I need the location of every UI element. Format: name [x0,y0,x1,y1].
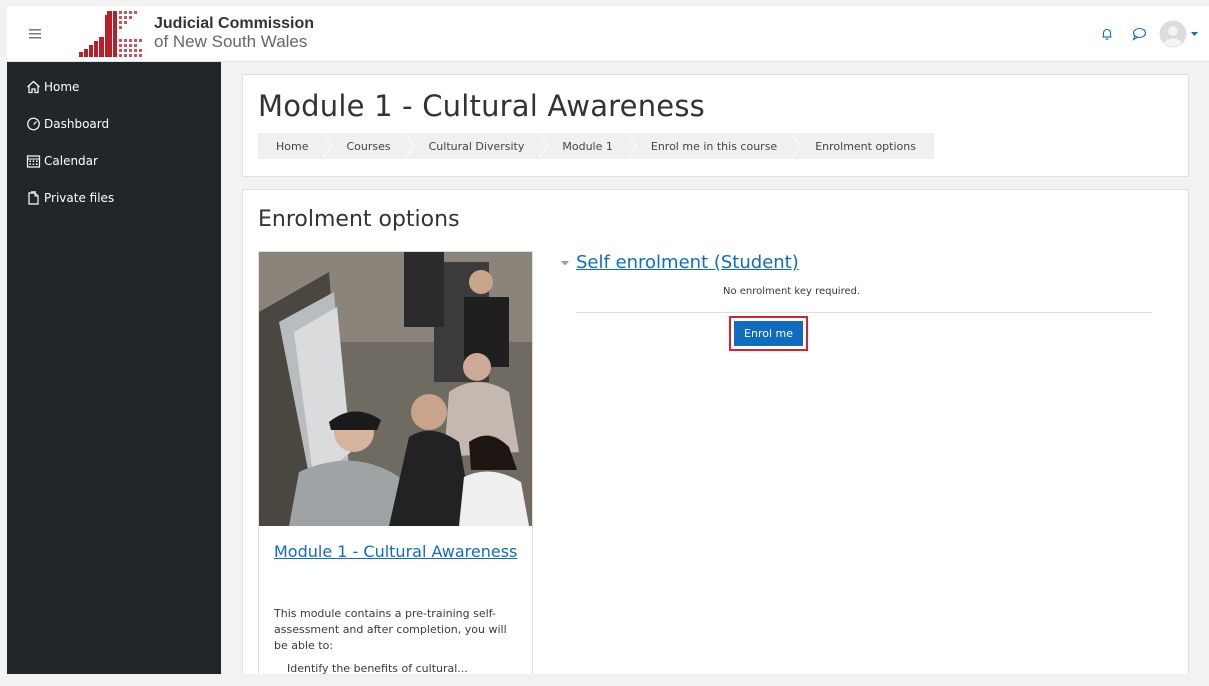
dashboard-icon [27,117,40,130]
breadcrumb-enrolment-options: Enrolment options [815,139,916,153]
divider [576,312,1152,313]
site-brand[interactable]: Judicial Commission of New South Wales [154,15,314,51]
drawer-item-calendar[interactable]: Calendar [7,142,221,179]
course-summary: This module contains a pre-training self… [274,607,507,652]
navbar-user-area [1091,6,1201,62]
course-info-box: Module 1 - Cultural Awareness This modul… [258,251,533,680]
breadcrumb-enrol-me[interactable]: Enrol me in this course [627,133,802,159]
self-enrolment-link[interactable]: Self enrolment (Student) [576,252,799,273]
enrolment-key-note: No enrolment key required. [723,286,861,297]
self-enrolment-toggle[interactable]: Self enrolment (Student) [559,252,799,273]
breadcrumb-home[interactable]: Home [258,133,334,159]
home-icon [27,80,40,93]
breadcrumb-module-1[interactable]: Module 1 [538,133,637,159]
course-name-link[interactable]: Module 1 - Cultural Awareness [274,541,517,562]
breadcrumb-courses[interactable]: Courses [322,133,415,159]
hamburger-menu-button[interactable] [7,6,62,62]
hamburger-icon [28,29,41,39]
enrol-button-highlight: Enrol me [729,316,808,351]
brand-line-1: Judicial Commission [154,15,315,32]
drawer-item-home[interactable]: Home [7,68,221,105]
brand-line-2: of New South Wales [154,32,308,51]
page-title: Module 1 - Cultural Awareness [258,89,705,123]
page-bottom-edge [0,674,1209,686]
drawer-item-label: Dashboard [44,116,110,131]
nav-drawer: Home Dashboard Calendar Private files [7,62,221,674]
drawer-item-private-files[interactable]: Private files [7,179,221,216]
drawer-item-label: Home [44,79,80,94]
chat-bubble-icon [1132,27,1147,41]
top-navbar: Judicial Commission of New South Wales [7,6,1209,62]
user-menu-toggle[interactable] [1187,18,1201,50]
bell-icon [1102,28,1112,40]
breadcrumb-cultural-diversity[interactable]: Cultural Diversity [405,133,549,159]
enrolment-region: Enrolment options Module 1 - Cultural Aw… [242,189,1189,681]
calendar-icon [26,154,41,168]
drawer-item-label: Calendar [44,153,98,168]
drawer-item-label: Private files [44,190,115,205]
collapse-triangle-icon [561,260,569,265]
page-header: Module 1 - Cultural Awareness Home Cours… [242,74,1189,177]
course-image [259,252,532,526]
judicial-commission-logo[interactable] [75,9,147,59]
breadcrumb: Home Courses Cultural Diversity Module 1… [258,133,934,159]
file-icon [28,190,39,205]
drawer-item-dashboard[interactable]: Dashboard [7,105,221,142]
enrol-me-button[interactable]: Enrol me [734,321,803,346]
messages-button[interactable] [1123,18,1155,50]
caret-down-icon [1190,31,1198,36]
section-title: Enrolment options [258,207,460,232]
notifications-button[interactable] [1091,18,1123,50]
user-avatar-icon[interactable] [1159,20,1187,48]
